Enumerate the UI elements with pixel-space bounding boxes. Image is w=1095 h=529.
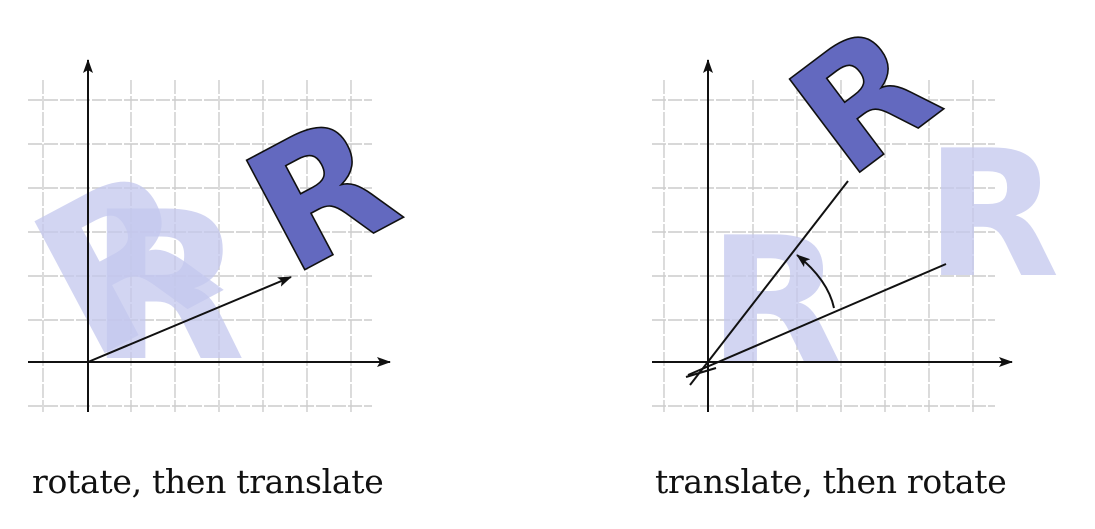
diagram-canvas: R R R R R R xyxy=(0,0,1060,412)
caption-rotate-then-translate: rotate, then translate xyxy=(32,462,384,501)
caption-translate-then-rotate: translate, then rotate xyxy=(655,462,1007,501)
final-r-left: R xyxy=(217,77,426,313)
original-r-ghost: R xyxy=(708,201,843,404)
right-panel: R R R xyxy=(652,0,1060,412)
left-panel: R R R xyxy=(0,59,427,412)
